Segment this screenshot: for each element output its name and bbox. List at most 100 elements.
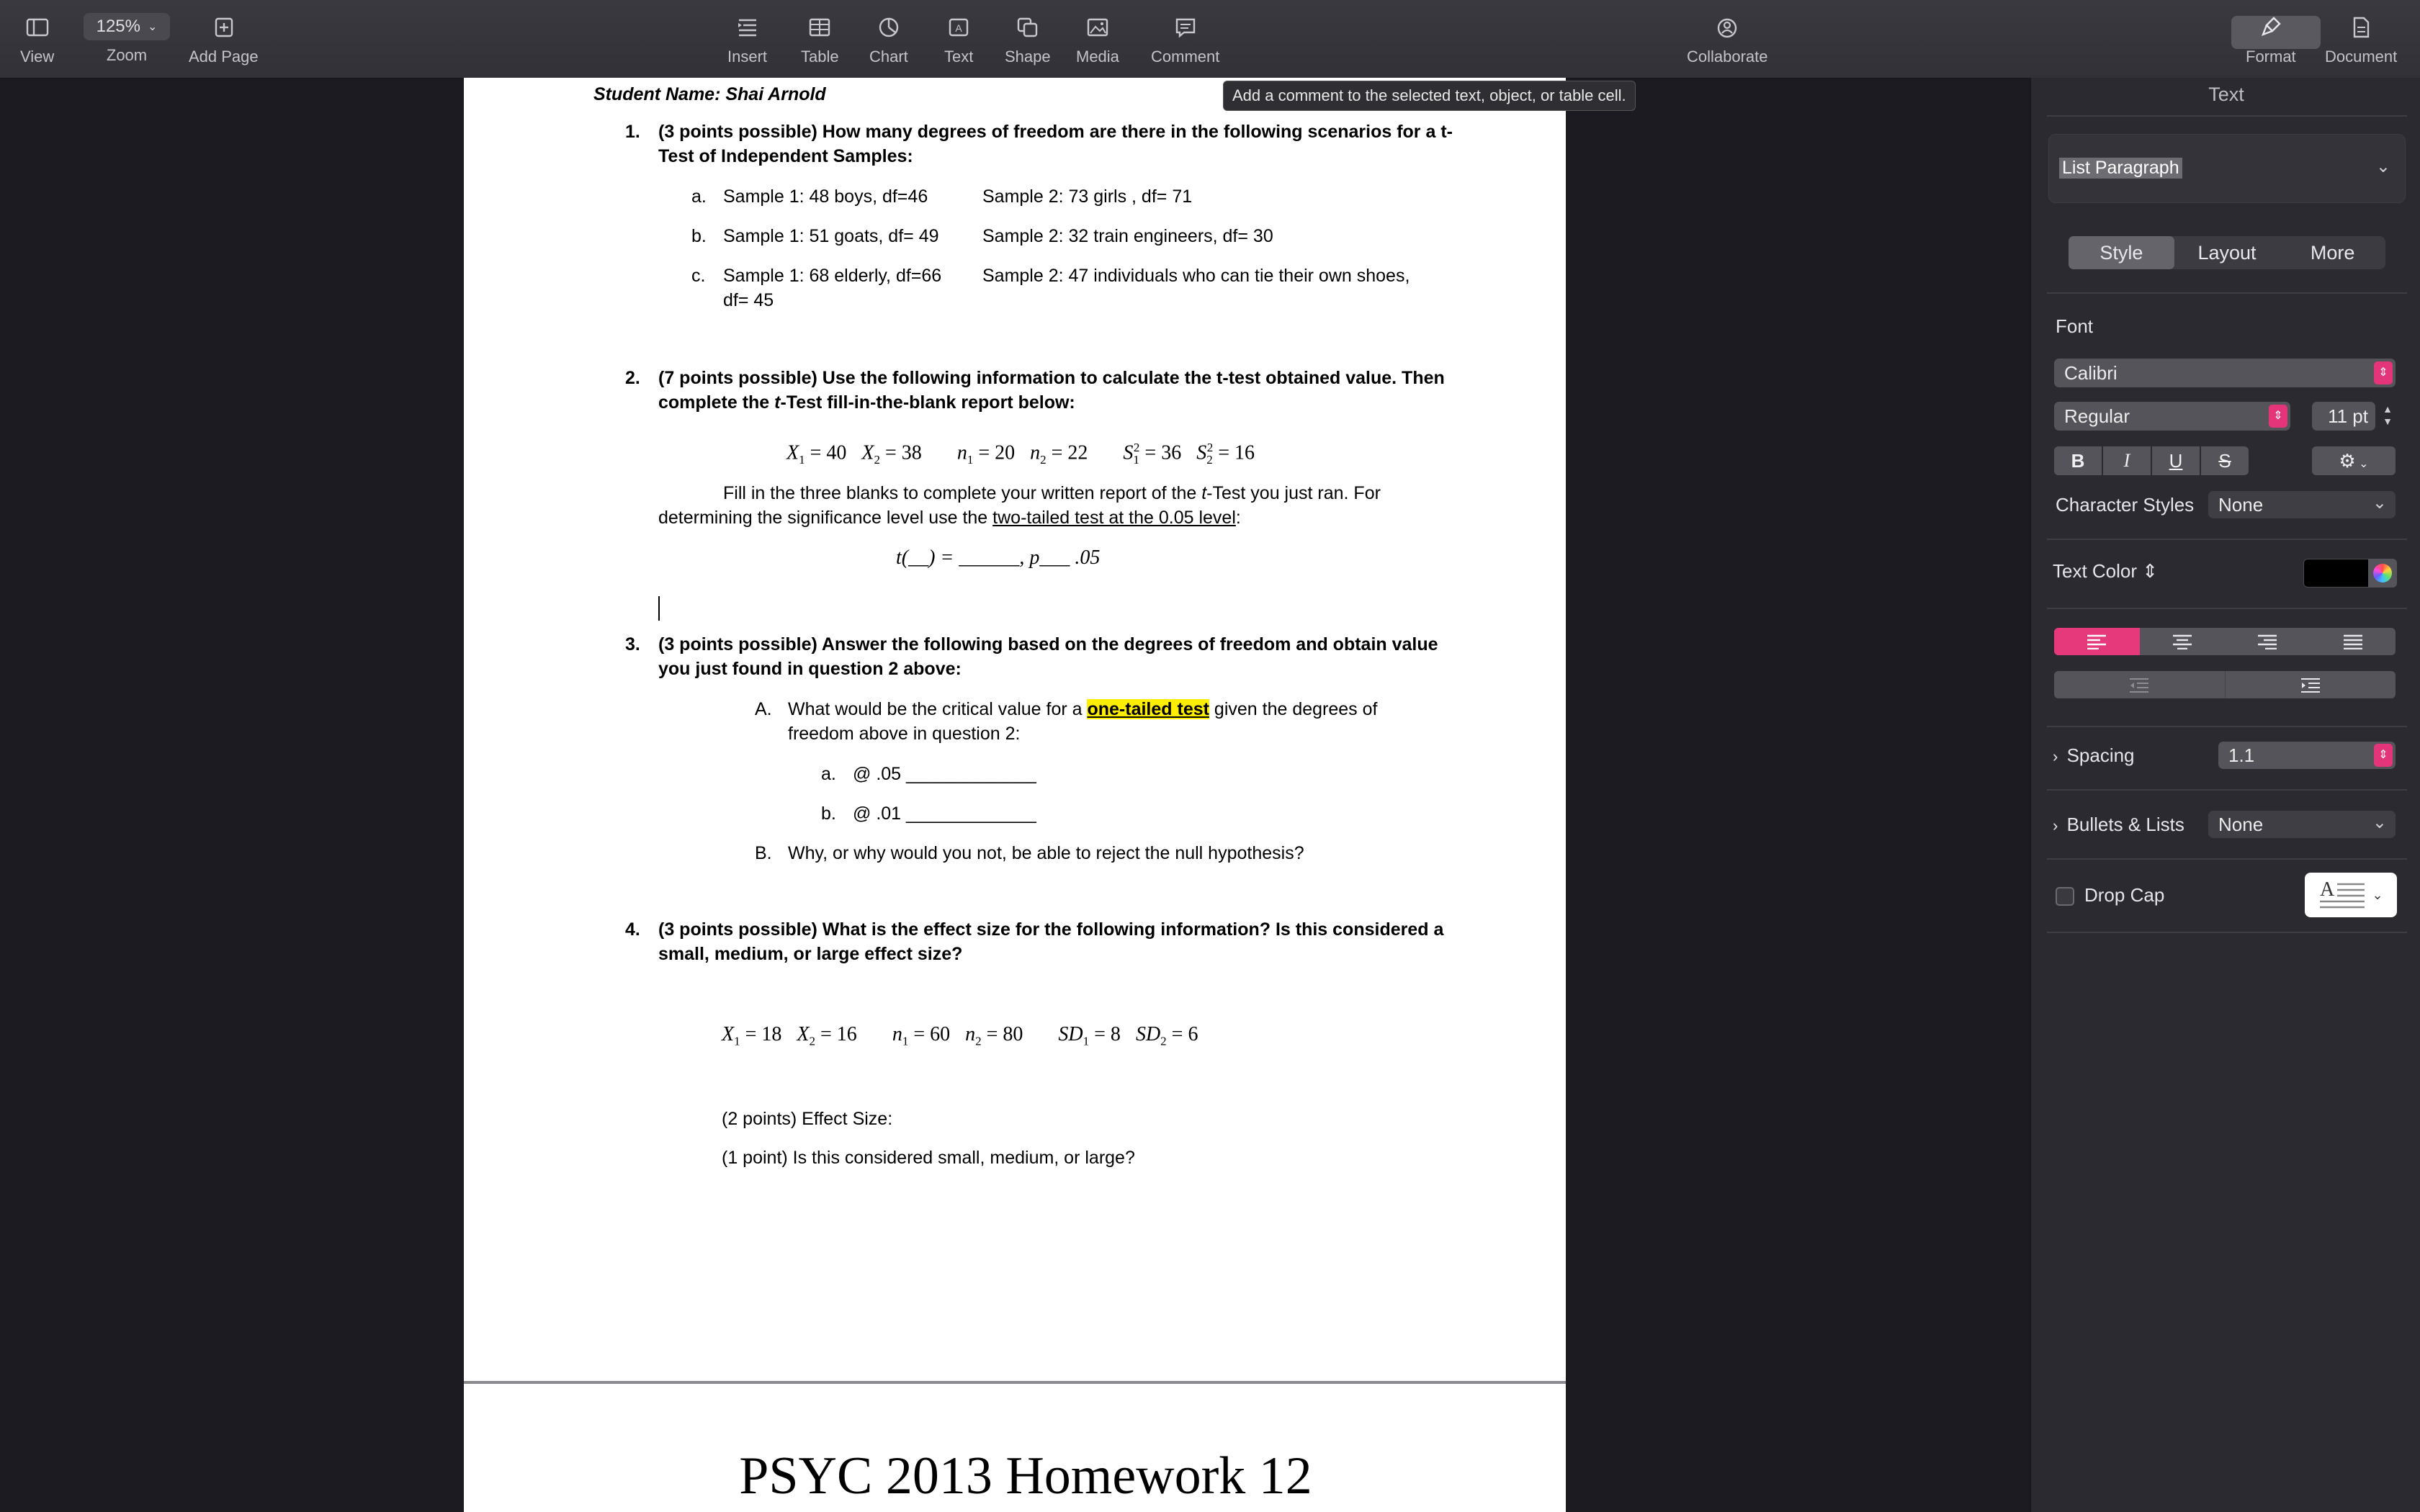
insert-label: Insert bbox=[727, 48, 768, 66]
q1-line2: Test of Independent Samples: bbox=[658, 146, 913, 166]
align-center-icon bbox=[2172, 634, 2192, 649]
divider bbox=[2047, 932, 2407, 933]
next-page-title: PSYC 2013 Homework 12 bbox=[739, 1446, 1312, 1506]
q1c-sample1: Sample 1: 68 elderly, df=66 bbox=[723, 266, 942, 286]
media-button[interactable]: Media bbox=[1076, 13, 1119, 66]
font-size-value: 11 pt bbox=[2328, 405, 2368, 427]
text-color-label[interactable]: Text Color ⇕ bbox=[2053, 560, 2158, 582]
document-page-2[interactable]: PSYC 2013 Homework 12 bbox=[464, 1384, 1566, 1512]
q4-n1-symbol: n bbox=[892, 1023, 902, 1045]
character-styles-popup[interactable]: None ⌄ bbox=[2208, 491, 2396, 518]
q2-number: 2. bbox=[625, 368, 640, 388]
font-typeface-value: Regular bbox=[2064, 405, 2130, 427]
zoom-label: Zoom bbox=[106, 46, 148, 64]
q1a-sample2: Sample 2: 73 girls , df= 71 bbox=[982, 186, 1193, 207]
q2-s1-symbol: S bbox=[1123, 441, 1134, 464]
spacing-label: Spacing bbox=[2066, 744, 2135, 766]
comment-button[interactable]: Comment bbox=[1151, 13, 1219, 66]
q2-x2-value: = 38 bbox=[880, 441, 922, 464]
shape-button[interactable]: Shape bbox=[1005, 13, 1051, 66]
svg-text:A: A bbox=[956, 22, 963, 34]
align-center-button[interactable] bbox=[2140, 628, 2226, 655]
paragraph-style-popup[interactable]: List Paragraph ⌄ bbox=[2048, 134, 2406, 203]
q1c-letter: c. bbox=[691, 266, 706, 286]
strikethrough-button[interactable]: S bbox=[2201, 446, 2249, 475]
document-page[interactable]: Student Name: Shai Arnold 1. (3 points p… bbox=[464, 78, 1566, 1381]
q3A-line1: What would be the critical value for a o… bbox=[788, 697, 1377, 721]
document-icon bbox=[2353, 17, 2370, 38]
add-page-button[interactable]: Add Page bbox=[189, 13, 259, 66]
chevron-down-icon: ⌄ bbox=[2372, 493, 2387, 513]
zoom-popup[interactable]: 125% ⌄ bbox=[84, 13, 170, 40]
table-button[interactable]: Table bbox=[801, 13, 839, 66]
tab-layout[interactable]: Layout bbox=[2174, 236, 2280, 269]
q3-line1: (3 points possible) Answer the following… bbox=[658, 634, 1438, 654]
table-label: Table bbox=[801, 48, 839, 66]
tab-style[interactable]: Style bbox=[2069, 236, 2174, 269]
font-typeface-popup[interactable]: Regular ⇕ bbox=[2054, 402, 2290, 431]
color-wheel-icon[interactable] bbox=[2368, 559, 2397, 588]
increase-indent-button[interactable] bbox=[2226, 671, 2396, 698]
chevron-right-icon: › bbox=[2053, 747, 2067, 765]
bullets-disclosure[interactable]: › Bullets & Lists bbox=[2053, 814, 2184, 836]
font-size-field[interactable]: 11 pt bbox=[2312, 402, 2375, 431]
format-button[interactable]: Format bbox=[2246, 13, 2296, 66]
q4-x1-value: = 18 bbox=[740, 1023, 782, 1045]
toolbar: View 125% ⌄ Zoom Add Page Insert Table C… bbox=[0, 0, 2420, 79]
chart-icon bbox=[879, 17, 899, 37]
text-color-well[interactable] bbox=[2303, 559, 2370, 588]
divider bbox=[2047, 539, 2407, 540]
text-button[interactable]: A Text bbox=[944, 13, 973, 66]
paragraph-style-value: List Paragraph bbox=[2059, 158, 2182, 179]
q3-number: 3. bbox=[625, 634, 640, 654]
align-right-button[interactable] bbox=[2225, 628, 2311, 655]
chevron-down-icon: ⌄ bbox=[2372, 887, 2383, 902]
drop-cap-style-popup[interactable]: A ⌄ bbox=[2305, 873, 2397, 917]
bullets-popup[interactable]: None ⌄ bbox=[2208, 811, 2396, 838]
view-button[interactable]: View bbox=[20, 13, 54, 66]
decrease-indent-button[interactable] bbox=[2054, 671, 2226, 698]
q4-sd2-symbol: SD bbox=[1135, 1023, 1161, 1045]
font-family-popup[interactable]: Calibri ⇕ bbox=[2054, 359, 2396, 387]
document-button[interactable]: Document bbox=[2325, 13, 2397, 66]
chevron-down-icon: ⌄ bbox=[2372, 813, 2387, 832]
bullets-value: None bbox=[2218, 814, 2264, 835]
zoom-control[interactable]: 125% ⌄ Zoom bbox=[84, 13, 170, 65]
collaborate-button[interactable]: Collaborate bbox=[1687, 13, 1768, 66]
q2-x1-symbol: X bbox=[786, 441, 799, 464]
q4-sd1-symbol: SD bbox=[1058, 1023, 1083, 1045]
insert-button[interactable]: Insert bbox=[727, 13, 767, 66]
q1c-sample2: Sample 2: 47 individuals who can tie the… bbox=[982, 266, 1410, 286]
chevron-down-icon: ⌄ bbox=[2375, 157, 2390, 176]
q3a-text: @ .05 _____________ bbox=[853, 764, 1036, 784]
q3b-letter: b. bbox=[821, 804, 836, 824]
chart-button[interactable]: Chart bbox=[869, 13, 908, 66]
q2-n2-symbol: n bbox=[1030, 441, 1041, 464]
spacing-popup[interactable]: 1.1 ⇕ bbox=[2218, 742, 2396, 769]
align-left-icon bbox=[2087, 634, 2107, 649]
underline-button[interactable]: U bbox=[2152, 446, 2200, 475]
bold-button[interactable]: B bbox=[2054, 446, 2102, 475]
align-left-button[interactable] bbox=[2054, 628, 2140, 655]
q1b-sample1: Sample 1: 51 goats, df= 49 bbox=[723, 226, 939, 246]
q3A-letter: A. bbox=[755, 699, 772, 719]
spacing-disclosure[interactable]: › Spacing bbox=[2053, 744, 2135, 767]
q1a-letter: a. bbox=[691, 186, 707, 207]
text-box-icon: A bbox=[949, 18, 969, 37]
align-justify-button[interactable] bbox=[2311, 628, 2396, 655]
zoom-value: 125% bbox=[96, 17, 140, 36]
advanced-options-button[interactable]: ⚙ ⌄ bbox=[2312, 446, 2396, 475]
font-size-stepper[interactable]: ▲ ▼ bbox=[2380, 403, 2396, 429]
q4-number: 4. bbox=[625, 919, 640, 940]
tab-more[interactable]: More bbox=[2280, 236, 2385, 269]
document-label: Document bbox=[2325, 48, 2398, 66]
italic-button[interactable]: I bbox=[2103, 446, 2151, 475]
divider bbox=[2047, 292, 2407, 294]
chevron-updown-icon: ⇕ bbox=[2137, 560, 2159, 582]
drop-cap-checkbox[interactable] bbox=[2056, 887, 2074, 906]
q1c-sample2-cont: df= 45 bbox=[723, 290, 774, 310]
table-icon bbox=[810, 18, 830, 37]
text-color-text: Text Color bbox=[2053, 560, 2138, 582]
comment-tooltip: Add a comment to the selected text, obje… bbox=[1223, 81, 1636, 111]
q3A-line1-c: given the degrees of bbox=[1209, 699, 1378, 719]
